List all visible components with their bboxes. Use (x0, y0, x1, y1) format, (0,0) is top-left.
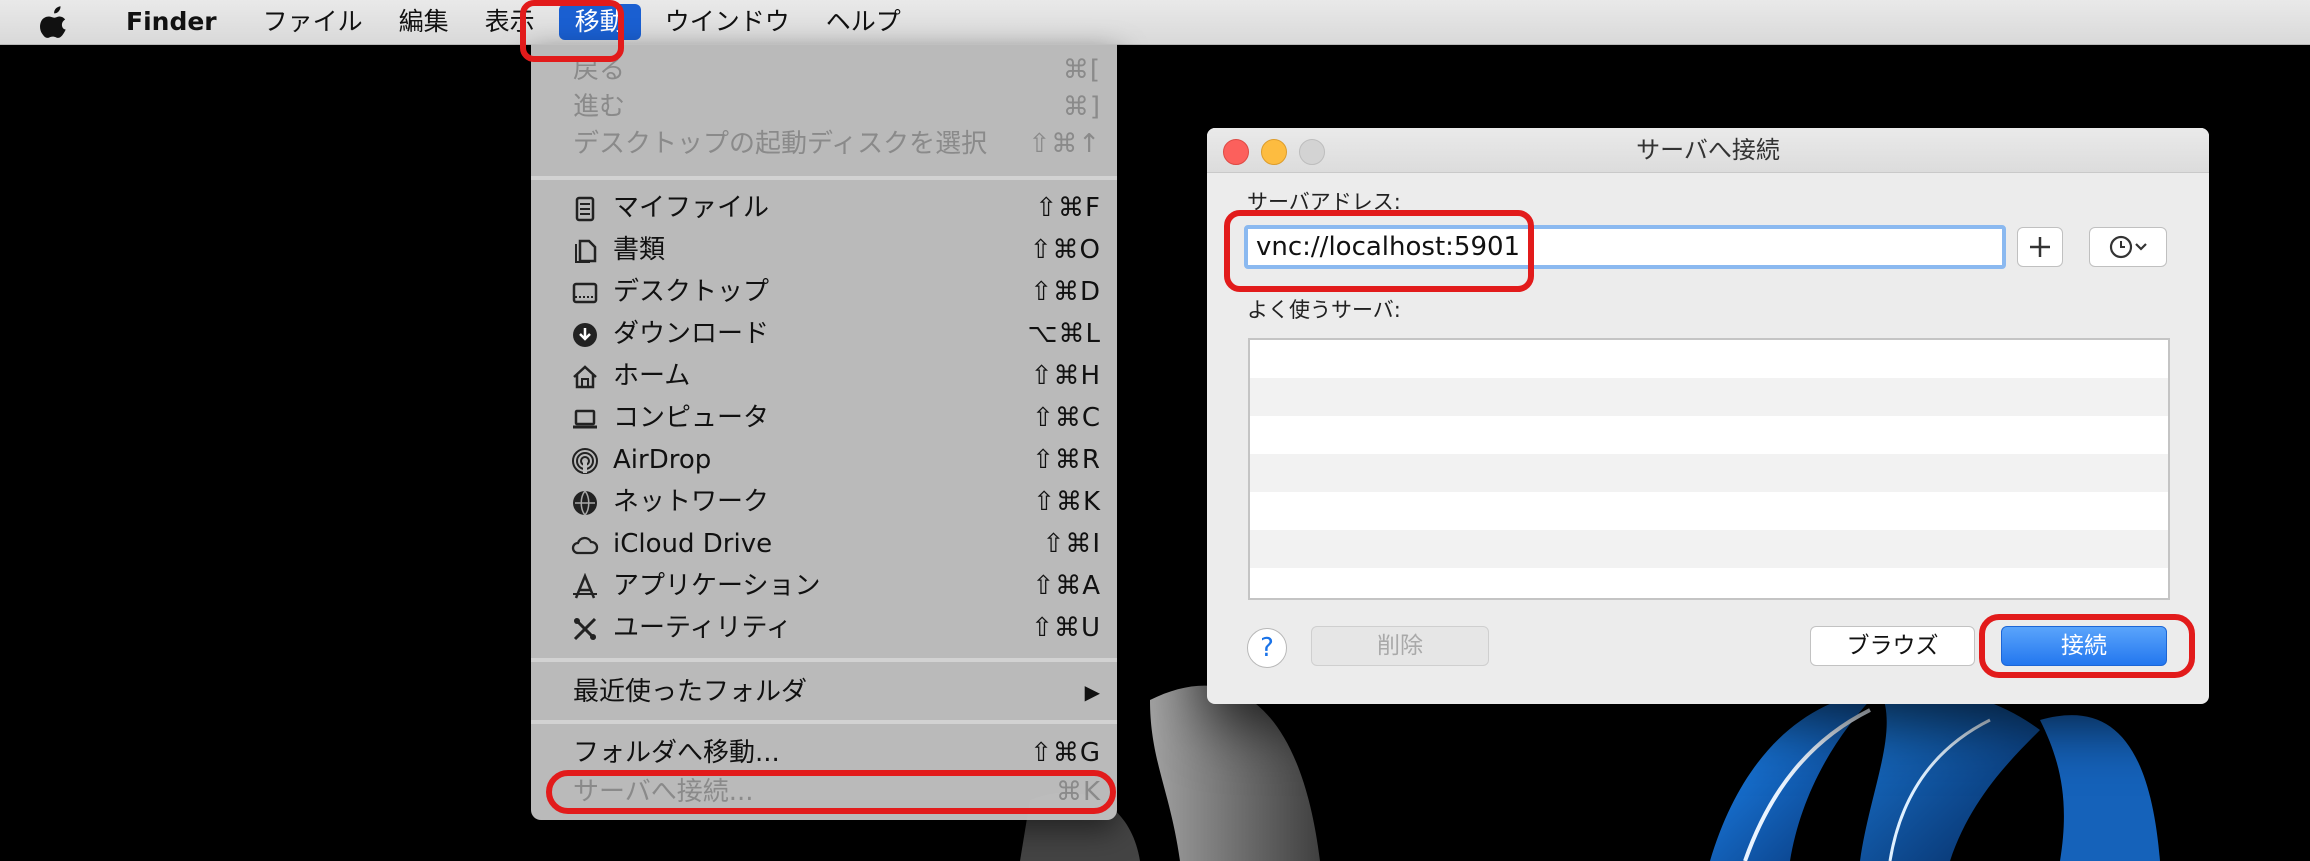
menu-separator (531, 720, 1117, 724)
connect-button[interactable]: 接続 (2001, 626, 2167, 666)
all-my-files-icon (575, 196, 595, 222)
menu-item-documents[interactable]: 書類 ⇧⌘O (531, 230, 1117, 270)
menu-item-utilities[interactable]: ユーティリティ ⇧⌘U (531, 608, 1117, 648)
list-item (1250, 378, 2168, 416)
recent-servers-button[interactable] (2089, 227, 2167, 267)
clock-chevron-down-icon (2109, 235, 2147, 259)
browse-button[interactable]: ブラウズ (1810, 626, 1975, 666)
menu-item-computer[interactable]: コンピュータ ⇧⌘C (531, 398, 1117, 438)
menu-finder[interactable]: Finder (108, 0, 235, 44)
menu-item-back[interactable]: 戻る ⌘[ (531, 50, 1117, 90)
add-favorite-button[interactable] (2017, 227, 2063, 267)
apple-icon[interactable] (40, 5, 70, 39)
dialog-titlebar[interactable]: サーバへ接続 (1207, 128, 2209, 173)
menu-item-go-to-folder[interactable]: フォルダへ移動... ⇧⌘G (531, 733, 1117, 773)
submenu-arrow-icon: ▶ (1084, 680, 1101, 704)
menu-help[interactable]: ヘルプ (808, 0, 919, 44)
list-item (1250, 568, 2168, 598)
home-icon (573, 365, 597, 389)
server-address-input[interactable]: vnc://localhost:5901 (1244, 225, 2006, 269)
plus-icon (2030, 237, 2050, 257)
menu-item-desktop[interactable]: デスクトップ ⇧⌘D (531, 272, 1117, 312)
utilities-tools-icon (573, 617, 597, 641)
menu-item-recents[interactable]: マイファイル ⇧⌘F (531, 188, 1117, 228)
favorite-servers-label: よく使うサーバ: (1247, 298, 1401, 322)
go-menu: 戻る ⌘[ 進む ⌘] デスクトップの起動ディスクを選択 ⇧⌘↑ マイファイル … (531, 44, 1117, 820)
documents-icon (575, 239, 597, 263)
airdrop-icon (572, 448, 598, 474)
help-button[interactable]: ? (1247, 628, 1287, 668)
menu-item-connect-to-server[interactable]: サーバへ接続... ⌘K (531, 772, 1117, 812)
menu-edit[interactable]: 編集 (381, 0, 467, 44)
desktop-icon (572, 282, 598, 304)
menu-item-applications[interactable]: アプリケーション ⇧⌘A (531, 566, 1117, 606)
cloud-icon (571, 536, 599, 555)
menu-item-startup-disk[interactable]: デスクトップの起動ディスクを選択 ⇧⌘↑ (531, 124, 1117, 164)
delete-button: 削除 (1311, 626, 1489, 666)
menu-go[interactable]: 移動 (558, 4, 641, 40)
favorite-servers-list[interactable] (1248, 338, 2170, 600)
menu-bar: Finder ファイル 編集 表示 移動 ウインドウ ヘルプ (0, 0, 2310, 45)
list-item (1250, 340, 2168, 378)
list-item (1250, 492, 2168, 530)
list-item (1250, 416, 2168, 454)
list-item (1250, 530, 2168, 568)
menu-view[interactable]: 表示 (467, 0, 553, 44)
menu-window[interactable]: ウインドウ (647, 0, 808, 44)
menu-file[interactable]: ファイル (245, 0, 381, 44)
menu-item-network[interactable]: ネットワーク ⇧⌘K (531, 482, 1117, 522)
menu-item-recent-folders[interactable]: 最近使ったフォルダ ▶ (531, 672, 1117, 712)
network-globe-icon (573, 490, 597, 516)
menu-item-home[interactable]: ホーム ⇧⌘H (531, 356, 1117, 396)
menu-separator (531, 658, 1117, 662)
download-icon (573, 323, 597, 347)
menu-item-icloud-drive[interactable]: iCloud Drive ⇧⌘I (531, 524, 1117, 564)
laptop-icon (573, 409, 597, 429)
list-item (1250, 454, 2168, 492)
applications-icon (573, 573, 597, 599)
menu-item-downloads[interactable]: ダウンロード ⌥⌘L (531, 314, 1117, 354)
menu-item-forward[interactable]: 進む ⌘] (531, 87, 1117, 127)
menu-item-airdrop[interactable]: AirDrop ⇧⌘R (531, 440, 1117, 480)
menu-separator (531, 176, 1117, 180)
server-address-label: サーバアドレス: (1247, 190, 1401, 214)
connect-to-server-dialog: サーバへ接続 サーバアドレス: vnc://localhost:5901 よく使… (1207, 128, 2209, 704)
dialog-title: サーバへ接続 (1636, 136, 1780, 164)
